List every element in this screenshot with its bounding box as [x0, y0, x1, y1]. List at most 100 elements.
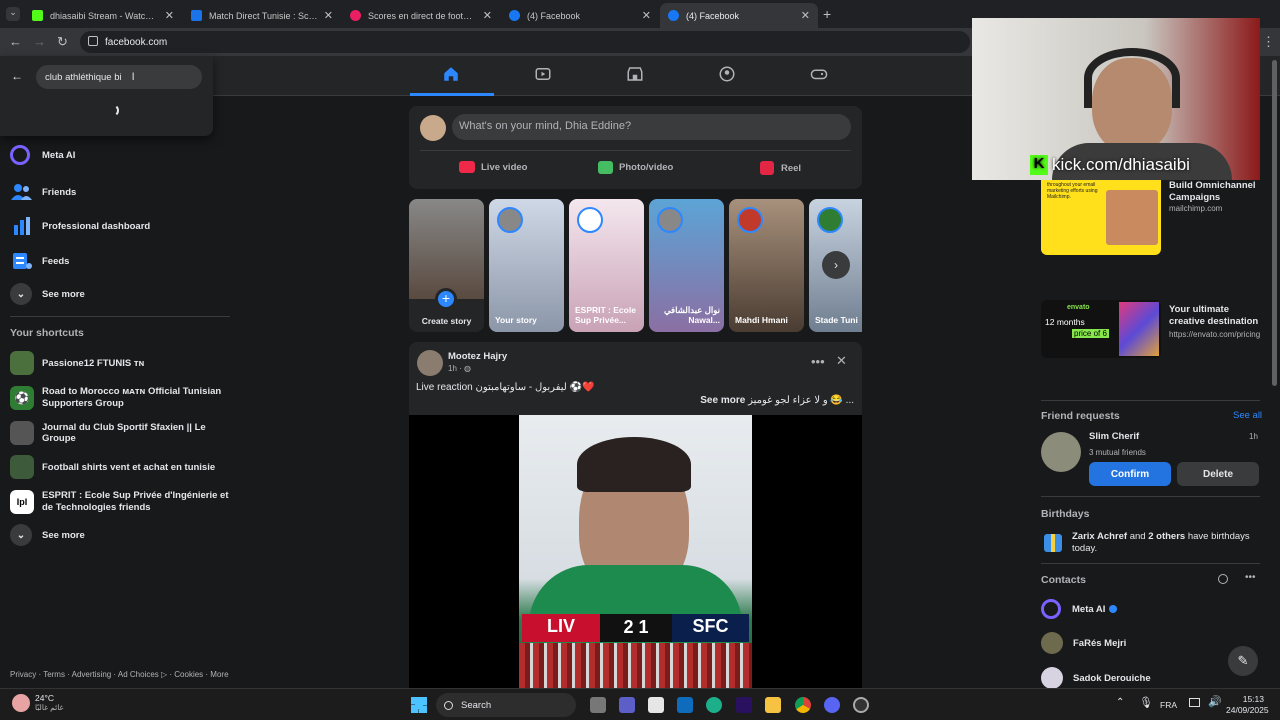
- mail-icon[interactable]: [677, 697, 693, 713]
- contact-item[interactable]: FaRés Mejri: [1041, 632, 1126, 654]
- home-icon[interactable]: [442, 65, 462, 85]
- sponsored-ad[interactable]: envato 12 months price of 6 Your ultimat…: [1041, 300, 1261, 360]
- menu-item-friends[interactable]: Friends: [10, 180, 232, 204]
- search-input[interactable]: club athléthique bi I: [36, 65, 202, 89]
- forward-icon[interactable]: →: [33, 34, 46, 49]
- chrome-icon[interactable]: [795, 697, 811, 713]
- avatar[interactable]: [417, 350, 443, 376]
- story-card[interactable]: نوال عبدالشافي Nawal...: [649, 199, 724, 332]
- more-options-icon[interactable]: •••: [1245, 572, 1256, 583]
- teams-icon[interactable]: [619, 697, 635, 713]
- file-explorer-icon[interactable]: [765, 697, 781, 713]
- browser-tab-active[interactable]: (4) Facebook ✕: [660, 3, 818, 28]
- group-avatar: [10, 455, 34, 479]
- new-message-button[interactable]: ✎: [1228, 646, 1258, 676]
- avatar: [497, 207, 523, 233]
- create-story-card[interactable]: + Create story: [409, 199, 484, 332]
- tray-overflow-icon[interactable]: ⌃: [1116, 697, 1124, 708]
- video-container[interactable]: LIV 2 1 SFC: [409, 415, 862, 688]
- obs-icon[interactable]: [853, 697, 869, 713]
- taskbar-search[interactable]: Search: [436, 693, 576, 717]
- menu-see-more[interactable]: ⌄ See more: [10, 283, 232, 305]
- avatar: [657, 207, 683, 233]
- reel-button[interactable]: Reel: [760, 161, 801, 175]
- delete-button[interactable]: Delete: [1177, 462, 1259, 486]
- premiere-icon[interactable]: [736, 697, 752, 713]
- menu-item-feeds[interactable]: Feeds: [10, 249, 232, 273]
- post-options-icon[interactable]: •••: [811, 354, 825, 369]
- url-field[interactable]: facebook.com: [80, 31, 970, 53]
- stories-next-button[interactable]: ›: [822, 251, 850, 279]
- story-card[interactable]: ESPRIT : Ecole Sup Privée...: [569, 199, 644, 332]
- shortcuts-see-more[interactable]: ⌄ See more: [10, 524, 232, 546]
- volume-icon[interactable]: 🔊: [1208, 695, 1222, 708]
- see-all-link[interactable]: See all: [1233, 410, 1262, 421]
- close-icon[interactable]: ✕: [801, 9, 810, 22]
- birthday-text[interactable]: Zarix Achref and 2 others have birthdays…: [1072, 531, 1260, 556]
- groups-icon[interactable]: [718, 65, 738, 85]
- see-more-link[interactable]: See more: [700, 395, 745, 406]
- language-indicator[interactable]: FRA: [1160, 700, 1177, 710]
- close-icon[interactable]: ✕: [324, 9, 333, 22]
- marketplace-icon[interactable]: [626, 65, 646, 85]
- shortcut-item[interactable]: Passione12 FTUNIS ᴛɴ: [10, 351, 232, 375]
- contact-item[interactable]: Meta AI: [1041, 599, 1118, 619]
- sponsored-ad[interactable]: throughout your email marketing efforts …: [1041, 180, 1261, 260]
- back-arrow-icon[interactable]: ←: [11, 69, 23, 83]
- new-tab-button[interactable]: +: [823, 6, 831, 22]
- shortcut-item[interactable]: Football shirts vent et achat en tunisie: [10, 455, 232, 479]
- close-icon[interactable]: ✕: [165, 9, 174, 22]
- microphone-icon[interactable]: 🎙: [1139, 696, 1153, 709]
- footer-links[interactable]: Privacy · Terms · Advertising · Ad Choic…: [10, 670, 229, 679]
- browser-tab[interactable]: dhiasaibi Stream - Watch Live o✕: [24, 3, 182, 28]
- avatar[interactable]: [420, 115, 446, 141]
- requester-name[interactable]: Slim Cherif: [1089, 431, 1139, 442]
- close-icon[interactable]: ✕: [483, 9, 492, 22]
- browser-tab[interactable]: Match Direct Tunisie : Scores et✕: [183, 3, 341, 28]
- shortcut-item[interactable]: Journal du Club Sportif Sfaxien || Le Gr…: [10, 421, 232, 445]
- composer-input[interactable]: What's on your mind, Dhia Eddine?: [452, 114, 851, 140]
- edge-icon[interactable]: [706, 697, 722, 713]
- contact-item[interactable]: Sadok Derouiche: [1041, 667, 1151, 689]
- browser-tab[interactable]: Scores en direct de football, rés✕: [342, 3, 500, 28]
- clock[interactable]: 15:13 24/09/2025: [1226, 694, 1269, 717]
- gift-icon: [1044, 534, 1062, 552]
- reload-icon[interactable]: ↻: [57, 34, 68, 50]
- discord-icon[interactable]: [824, 697, 840, 713]
- confirm-button[interactable]: Confirm: [1089, 462, 1171, 486]
- shortcut-item[interactable]: ⚽ Road to Morocco ᴍᴀᴛɴ Official Tunisian…: [10, 386, 232, 411]
- gaming-icon[interactable]: [810, 65, 830, 85]
- group-avatar: ⚽: [10, 386, 34, 411]
- story-image: [409, 199, 484, 299]
- menu-item-professional-dashboard[interactable]: Professional dashboard: [10, 214, 232, 238]
- network-icon[interactable]: [1189, 698, 1200, 707]
- post-author[interactable]: Mootez Hajry: [448, 351, 507, 362]
- hair: [577, 437, 691, 492]
- avatar[interactable]: [1041, 432, 1081, 472]
- site-info-icon[interactable]: [88, 36, 98, 46]
- weather-widget[interactable]: 24°C غائم غالبًا: [12, 693, 63, 712]
- browser-menu-icon[interactable]: ⋮: [1262, 34, 1275, 50]
- task-view-icon[interactable]: [590, 697, 606, 713]
- group-avatar: [10, 351, 34, 375]
- live-video-button[interactable]: Live video: [459, 161, 527, 173]
- browser-tab[interactable]: (4) Facebook ✕: [501, 3, 659, 28]
- kick-icon: [32, 10, 43, 21]
- video-icon[interactable]: [534, 65, 554, 85]
- back-icon[interactable]: ←: [9, 34, 22, 49]
- story-card[interactable]: Your story: [489, 199, 564, 332]
- shortcut-item[interactable]: IpI ESPRIT : Ecole Sup Privée d'Ingénier…: [10, 490, 232, 515]
- group-avatar: IpI: [10, 490, 34, 515]
- divider: [420, 150, 851, 151]
- menu-item-meta-ai[interactable]: Meta AI: [10, 145, 232, 165]
- weather-icon: [12, 693, 30, 712]
- windows-start-icon[interactable]: [411, 697, 427, 713]
- story-card[interactable]: Mahdi Hmani: [729, 199, 804, 332]
- close-icon[interactable]: ✕: [836, 353, 847, 369]
- tab-list-button[interactable]: ⌄: [6, 7, 20, 21]
- search-icon[interactable]: [1218, 574, 1228, 584]
- close-icon[interactable]: ✕: [642, 9, 651, 22]
- scrollbar[interactable]: [1272, 60, 1277, 386]
- store-icon[interactable]: [648, 697, 664, 713]
- photo-video-button[interactable]: Photo/video: [598, 161, 673, 174]
